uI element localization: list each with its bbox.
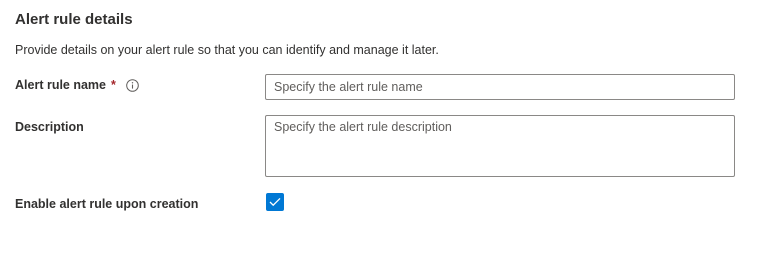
alert-rule-name-label: Alert rule name: [15, 78, 107, 92]
alert-rule-details-section: Alert rule details Provide details on yo…: [0, 0, 760, 253]
info-icon[interactable]: [126, 78, 140, 92]
alert-rule-name-input[interactable]: [265, 74, 735, 100]
alert-rule-name-label-row: Alert rule name *: [15, 78, 140, 92]
description-label-row: Description: [15, 120, 84, 134]
required-indicator: *: [111, 78, 116, 92]
enable-alert-rule-label: Enable alert rule upon creation: [15, 197, 199, 211]
checkmark-icon: [269, 197, 281, 207]
enable-alert-rule-checkbox[interactable]: [266, 193, 284, 211]
section-title: Alert rule details: [15, 11, 133, 28]
section-description: Provide details on your alert rule so th…: [15, 43, 439, 57]
description-label: Description: [15, 120, 84, 134]
description-textarea[interactable]: [265, 115, 735, 177]
enable-label-row: Enable alert rule upon creation: [15, 197, 198, 211]
